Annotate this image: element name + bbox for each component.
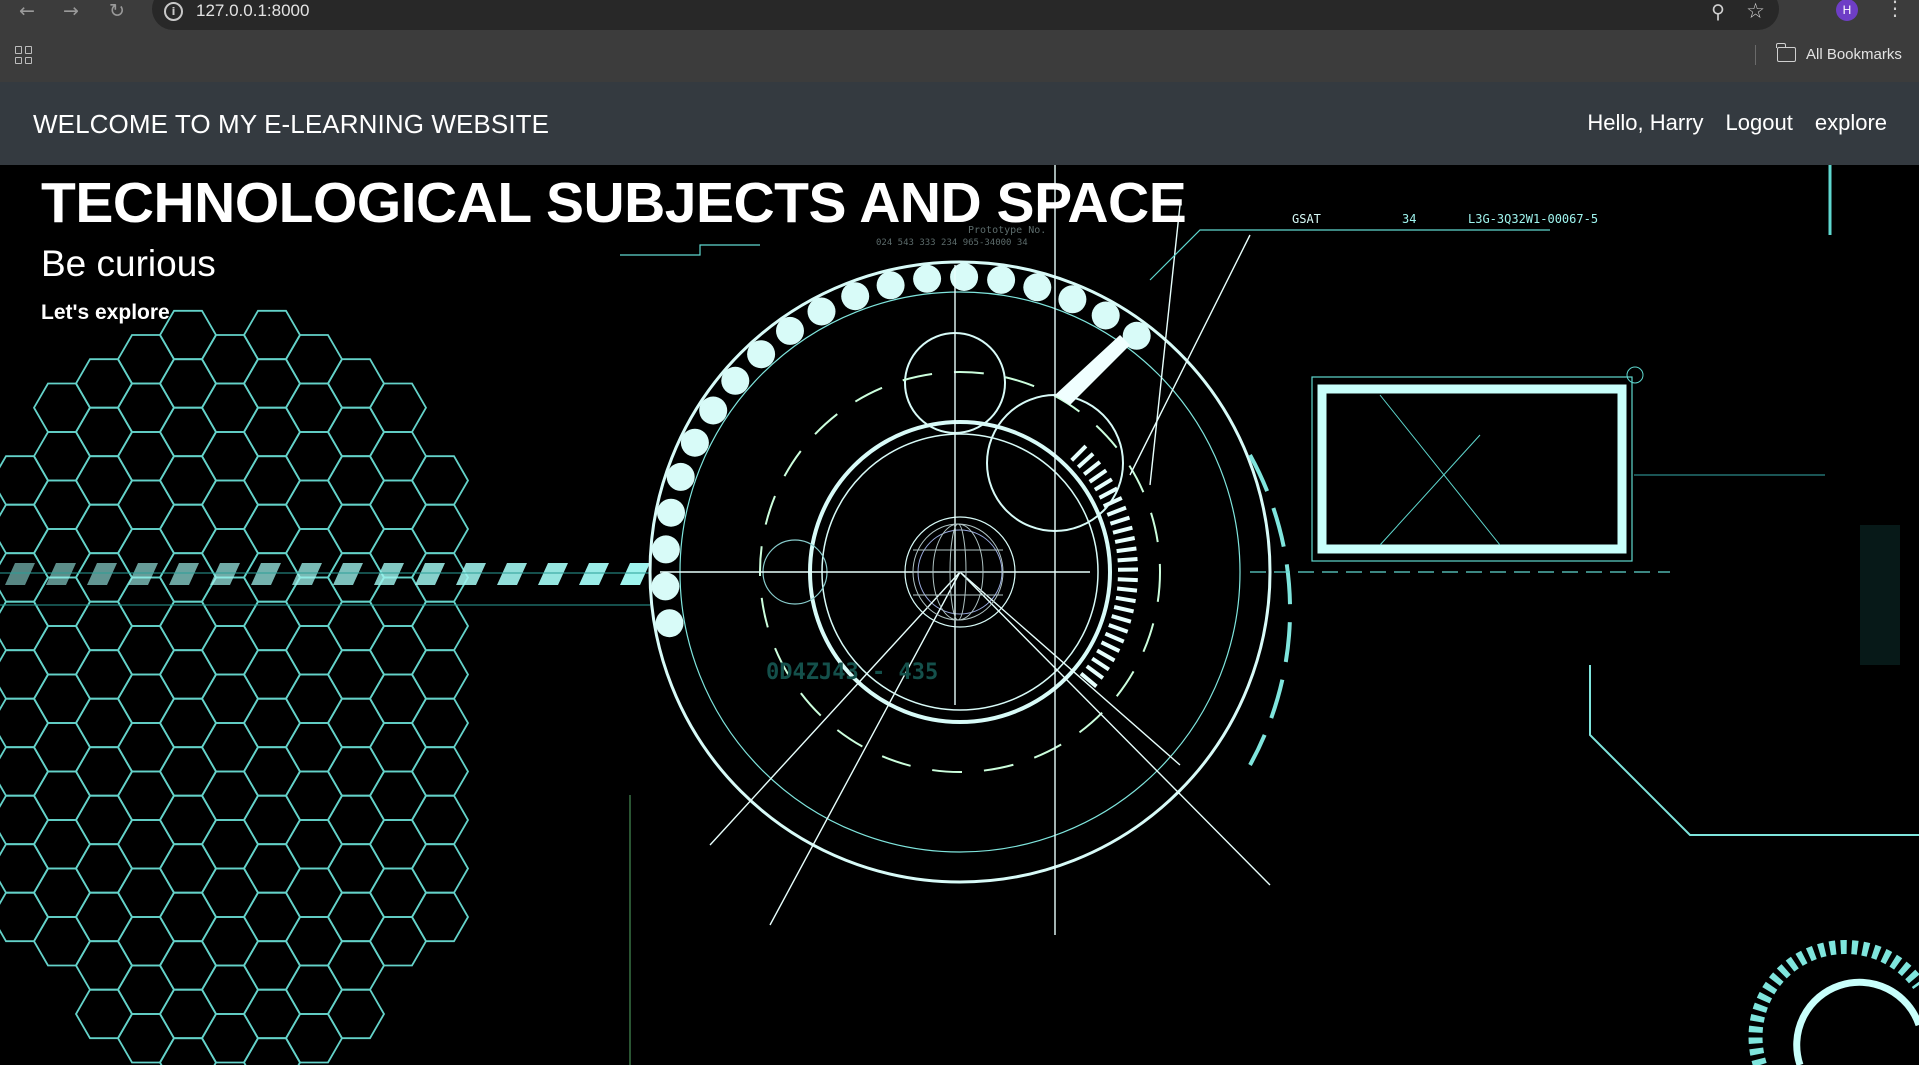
hero-section: GSAT 34 L3G-3Q32W1-00067-5 Prototype No.… — [0, 165, 1919, 1065]
nav-greeting[interactable]: Hello, Harry — [1587, 110, 1703, 136]
hud-code-serial: 024 543 333 234 965-34000 34 — [876, 238, 1028, 248]
hud-background-image: GSAT 34 L3G-3Q32W1-00067-5 Prototype No.… — [0, 165, 1919, 1065]
zoom-icon[interactable]: ⚲ — [1711, 1, 1725, 23]
profile-avatar[interactable]: H — [1836, 0, 1858, 21]
address-bar[interactable]: i 127.0.0.1:8000 ⚲ ☆ — [152, 0, 1779, 30]
back-icon[interactable]: ← — [12, 0, 42, 22]
nav-explore-link[interactable]: explore — [1815, 110, 1887, 136]
browser-toolbar: ← → ↻ i 127.0.0.1:8000 ⚲ ☆ H ⋮ — [0, 0, 1919, 30]
hud-code-bignum: 0D4ZJ43 - 435 — [766, 660, 938, 685]
hud-code-gsat: GSAT — [1292, 212, 1321, 226]
menu-icon[interactable]: ⋮ — [1885, 0, 1905, 20]
url-text[interactable]: 127.0.0.1:8000 — [196, 1, 309, 21]
nav-logout-link[interactable]: Logout — [1726, 110, 1793, 136]
hud-code-id: L3G-3Q32W1-00067-5 — [1468, 212, 1598, 226]
site-navbar: WELCOME TO MY E-LEARNING WEBSITE Hello, … — [0, 82, 1919, 165]
all-bookmarks-link[interactable]: All Bookmarks — [1806, 46, 1902, 63]
folder-icon[interactable] — [1776, 43, 1796, 62]
hero-title: TECHNOLOGICAL SUBJECTS AND SPACE — [41, 171, 1187, 235]
hud-code-num: 34 — [1402, 212, 1416, 226]
reload-icon[interactable]: ↻ — [102, 0, 132, 22]
hero-cta-link[interactable]: Let's explore — [41, 301, 170, 325]
bookmarks-bar: All Bookmarks — [0, 30, 1919, 82]
nav-links: Hello, Harry Logout explore — [1587, 110, 1887, 136]
bookmarks-separator — [1755, 45, 1756, 65]
hero-subtitle: Be curious — [41, 243, 216, 284]
info-icon[interactable]: i — [164, 2, 183, 21]
site-brand[interactable]: WELCOME TO MY E-LEARNING WEBSITE — [33, 109, 549, 140]
apps-icon[interactable] — [15, 46, 33, 64]
forward-icon[interactable]: → — [56, 0, 86, 22]
star-icon[interactable]: ☆ — [1746, 0, 1765, 23]
